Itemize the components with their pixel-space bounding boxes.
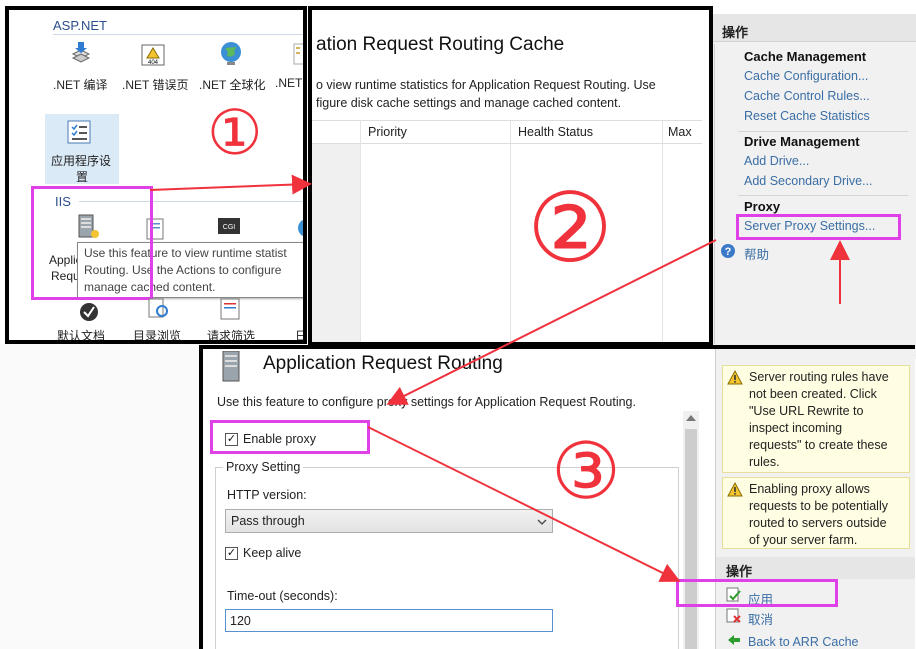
arrow-proxy-link-to-enable: [386, 239, 717, 405]
arrow-enable-to-apply: [367, 426, 681, 582]
arrow-tile-to-cache: [149, 174, 312, 195]
annotation-arrows: [149, 174, 850, 582]
